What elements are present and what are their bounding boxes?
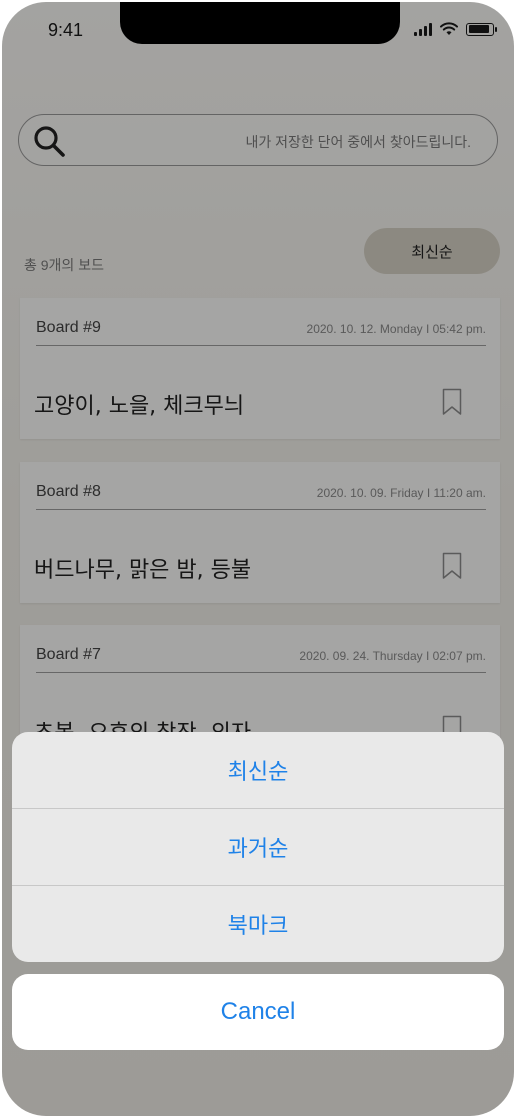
signal-icon xyxy=(414,22,432,36)
sort-option-bookmark[interactable]: 북마크 xyxy=(12,886,504,962)
battery-icon xyxy=(466,22,497,36)
sort-option-latest[interactable]: 최신순 xyxy=(12,732,504,809)
wifi-icon xyxy=(440,22,458,35)
status-icons xyxy=(414,22,497,36)
status-time: 9:41 xyxy=(48,20,84,40)
sort-option-oldest[interactable]: 과거순 xyxy=(12,809,504,886)
device-notch xyxy=(120,2,400,44)
phone-frame: 9:41 내가 저장한 단어 중에서 찾아드립니다. 총 9개의 보드 최신순 … xyxy=(0,0,516,1118)
app-screen: 9:41 내가 저장한 단어 중에서 찾아드립니다. 총 9개의 보드 최신순 … xyxy=(2,2,514,1116)
cancel-button[interactable]: Cancel xyxy=(12,974,504,1050)
sort-action-sheet: 최신순 과거순 북마크 xyxy=(12,732,504,962)
